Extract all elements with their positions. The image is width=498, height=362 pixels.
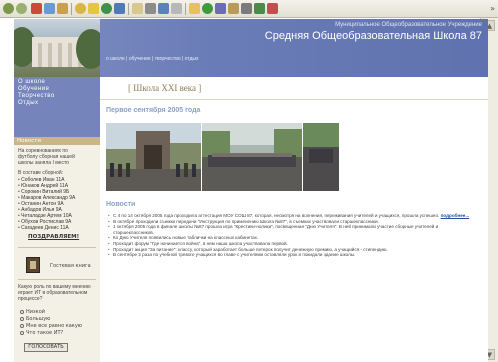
toolbar-separator [185, 3, 186, 15]
home-icon[interactable] [57, 3, 68, 14]
divider [18, 247, 96, 248]
refresh-icon[interactable] [44, 3, 55, 14]
media-icon[interactable] [101, 3, 112, 14]
back-icon[interactable] [3, 3, 14, 14]
nav-item-leisure[interactable]: Отдых [18, 100, 88, 107]
messenger-icon[interactable] [202, 3, 213, 14]
main-nav: О школе Обучение Творчество Отдых [18, 79, 88, 107]
divider [100, 99, 488, 100]
team-label: В составе сборной: [18, 170, 63, 176]
chevron-double-right-icon[interactable]: » [490, 3, 495, 14]
divider [18, 279, 96, 280]
history-icon[interactable] [114, 3, 125, 14]
ceremony-photo-center[interactable] [202, 123, 302, 191]
ceremony-photo-right-image [303, 123, 339, 191]
research-icon[interactable] [215, 3, 226, 14]
school-building-photo [14, 19, 100, 79]
sidebar-news-intro: На соревнованиях по футболу сборная наше… [18, 148, 75, 166]
folder-icon[interactable] [189, 3, 200, 14]
header-subtitle: Муниципальное Общеобразовательное Учрежд… [335, 22, 482, 28]
guestbook-icon[interactable] [26, 257, 40, 273]
radio-icon[interactable] [20, 330, 24, 335]
news-list: С 4 по 14 октября 2005 года проходила ат… [108, 213, 478, 258]
poll-question: Какую роль по вашему мнению играет ИТ в … [18, 284, 91, 302]
web-page: Муниципальное Общеобразовательное Учрежд… [14, 19, 488, 362]
more-link[interactable]: подробнее... [441, 213, 470, 218]
edit-icon[interactable] [158, 3, 169, 14]
poll-option[interactable]: Низкой [20, 309, 45, 315]
discuss-icon[interactable] [171, 3, 182, 14]
tools-icon[interactable] [228, 3, 239, 14]
toolbar-separator [71, 3, 72, 15]
mail-icon[interactable] [132, 3, 143, 14]
news-title: Новости [106, 201, 136, 208]
poll-option[interactable]: Мне все равно какую [20, 323, 82, 329]
congrats-link[interactable]: ПОЗДРАВЛЯЕМ! [28, 234, 79, 240]
news-item: В сентябре 2 раза по учебной тревоге уча… [108, 252, 478, 258]
favorites-icon[interactable] [88, 3, 99, 14]
calculator-icon[interactable] [241, 3, 252, 14]
site-header: Муниципальное Общеобразовательное Учрежд… [14, 19, 488, 79]
ceremony-photo-center-image [202, 123, 302, 191]
top-links[interactable]: о школе | обучение | творчество | отдых [106, 56, 199, 62]
nav-item-about[interactable]: О школе [18, 79, 88, 86]
news-item: 1 октября 2005 года в финале школы №87 п… [108, 224, 478, 235]
ceremony-photo-left[interactable] [106, 123, 201, 191]
toolbar-separator [128, 3, 129, 15]
ceremony-photo-right[interactable] [303, 123, 339, 191]
forward-icon[interactable] [16, 3, 27, 14]
poll-option[interactable]: Что такое ИТ? [20, 330, 63, 336]
sidebar-news-panel: Новости На соревнованиях по футболу сбор… [14, 137, 100, 362]
radio-icon[interactable] [20, 309, 24, 314]
print-icon[interactable] [145, 3, 156, 14]
guestbook-link[interactable]: Гостевая книга [50, 263, 91, 269]
main-content: [ Школа XXI века ] Первое сентября 2005 … [100, 77, 488, 362]
stop-icon[interactable] [31, 3, 42, 14]
lock-icon[interactable] [267, 3, 278, 14]
left-sidebar: О школе Обучение Творчество Отдых Новост… [14, 77, 100, 362]
school-label: [ Школа XXI века ] [128, 83, 202, 93]
download-icon[interactable] [254, 3, 265, 14]
team-list: Соболев Иван 11А Юнаков Андрей 11А Сорок… [18, 177, 75, 231]
search-icon[interactable] [75, 3, 86, 14]
vote-button[interactable]: ГОЛОСОВАТЬ [24, 343, 68, 352]
ceremony-photo-left-image [106, 123, 201, 191]
sidebar-section-label: Новости [14, 137, 100, 145]
list-item: Сагадеев Денис 11А [18, 225, 75, 231]
nav-item-creativity[interactable]: Творчество [18, 93, 88, 100]
first-september-title: Первое сентября 2005 года [106, 107, 201, 114]
radio-icon[interactable] [20, 323, 24, 328]
browser-toolbar: » [0, 0, 498, 18]
site-title: Средняя Общеобразовательная Школа 87 [264, 30, 482, 42]
radio-icon[interactable] [20, 316, 24, 321]
nav-item-education[interactable]: Обучение [18, 86, 88, 93]
poll-option[interactable]: Большую [20, 316, 50, 322]
